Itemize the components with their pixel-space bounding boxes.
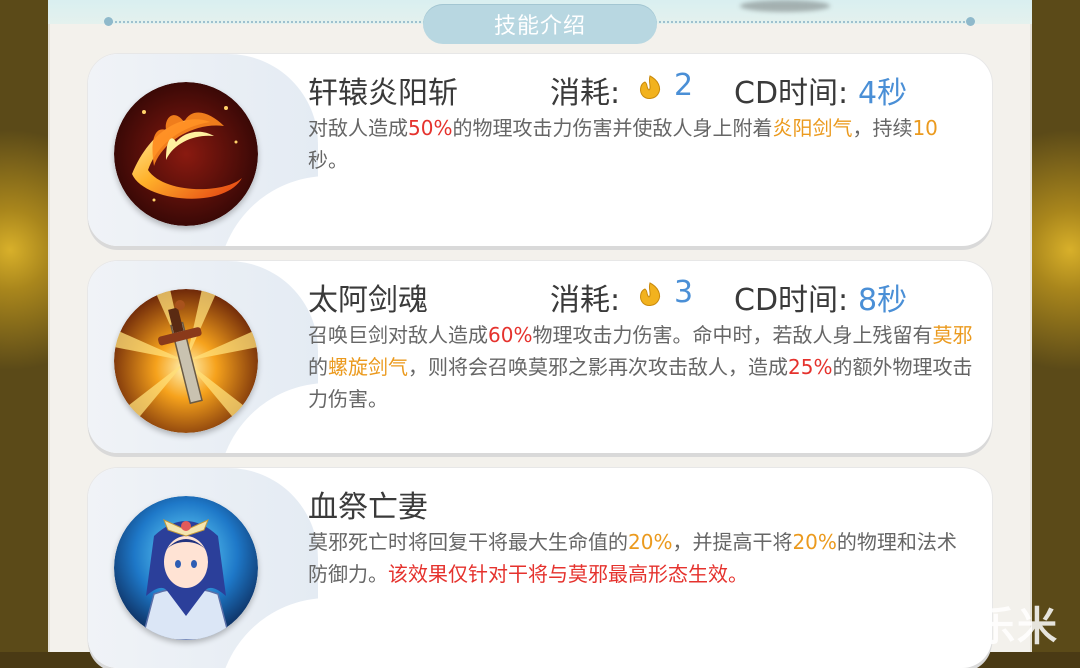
watermark: 乐米 [975,604,1059,650]
skill-name: 太阿剑魂 [308,283,428,318]
cost-value: 3 [674,275,694,310]
cost-value: 2 [674,68,694,103]
cost-label: 消耗: [550,76,621,111]
skill-description: 对敌人造成50%的物理攻击力伤害并使敌人身上附着炎阳剑气，持续10秒。 [308,116,938,172]
skill-card-2[interactable]: 太阿剑魂 消耗: 3 CD时间: 8秒 召唤巨剑对敌人造成60%物理攻击力伤害。… [88,261,992,453]
energy-drop-icon [640,282,661,306]
section-title: 技能介绍 [423,4,657,44]
cd-label: CD时间: [734,76,849,111]
moye-portrait-icon [114,496,258,640]
skill-card-1[interactable]: 轩辕炎阳斩 消耗: 2 CD时间: 4秒 对敌人造成50%的物理攻击力伤害并使敌… [88,54,992,246]
cd-value: 4秒 [858,76,908,111]
divider-dot-right [966,17,975,26]
shadow-decoration [740,0,830,12]
cd-value: 8秒 [858,283,908,318]
skill-name: 血祭亡妻 [308,490,428,525]
giant-sword-icon [114,289,258,433]
skill-card-3[interactable]: 血祭亡妻 莫邪死亡时将回复干将最大生命值的20%，并提高干将20%的物理和法术防… [88,468,992,668]
fire-slash-icon [114,82,258,226]
cost-label: 消耗: [550,283,621,318]
divider-dot-left [104,17,113,26]
skill-description: 召唤巨剑对敌人造成60%物理攻击力伤害。命中时，若敌人身上残留有莫邪的螺旋剑气，… [308,323,973,411]
skill-name: 轩辕炎阳斩 [308,76,458,111]
cd-label: CD时间: [734,283,849,318]
energy-drop-icon [640,75,661,99]
skill-description: 莫邪死亡时将回复干将最大生命值的20%，并提高干将20%的物理和法术防御力。该效… [308,530,957,586]
